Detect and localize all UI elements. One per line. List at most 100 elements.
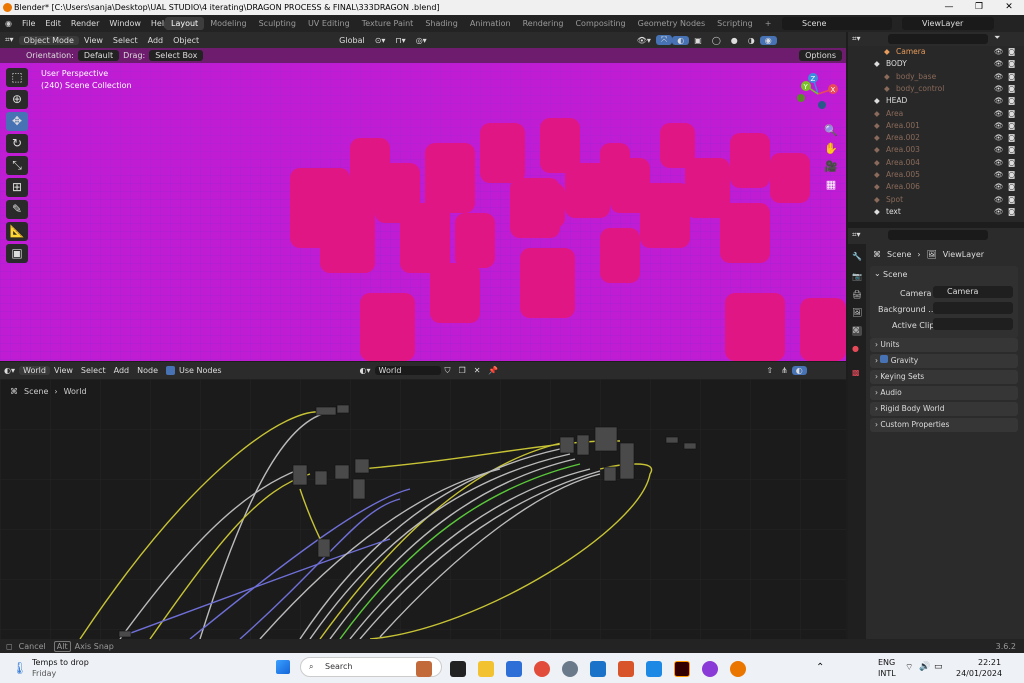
render-camera-icon[interactable]: ◙ xyxy=(1008,95,1015,107)
visibility-eye-icon[interactable]: 👁 xyxy=(994,206,1004,218)
render-camera-icon[interactable]: ◙ xyxy=(1008,194,1015,206)
visibility-eye-icon[interactable]: 👁 xyxy=(994,58,1004,70)
tab-compositing[interactable]: Compositing xyxy=(569,17,631,30)
outliner-row[interactable]: ◆ Spot 👁 ◙ xyxy=(848,194,1024,206)
drag-dropdown[interactable]: Select Box xyxy=(149,50,204,61)
tool-tab-icon[interactable]: 🔧 xyxy=(852,252,862,262)
node-menu-node[interactable]: Node xyxy=(133,366,162,375)
outliner-row[interactable]: ◆ Area 👁 ◙ xyxy=(848,108,1024,120)
zoom-icon[interactable]: 🔍 xyxy=(823,124,839,138)
scene-panel-title[interactable]: Scene xyxy=(883,270,907,279)
shading-rendered-icon[interactable]: ◉ xyxy=(759,35,777,45)
viewport-menu-view[interactable]: View xyxy=(79,36,108,45)
pillar-mesh[interactable] xyxy=(455,213,495,268)
visibility-eye-icon[interactable]: 👁 xyxy=(994,46,1004,58)
tab-layout[interactable]: Layout xyxy=(165,17,205,30)
volume-icon[interactable]: 🔊 xyxy=(919,662,930,672)
visibility-eye-icon[interactable]: 👁 xyxy=(994,144,1004,156)
render-tab-icon[interactable]: 📷 xyxy=(852,272,862,282)
render-camera-icon[interactable]: ◙ xyxy=(1008,181,1015,193)
navigation-gizmo[interactable]: Z X Y xyxy=(796,72,840,116)
outliner-row[interactable]: ◆ Area.005 👁 ◙ xyxy=(848,169,1024,181)
camera-view-icon[interactable]: 🎥 xyxy=(823,160,839,174)
pillar-mesh[interactable] xyxy=(430,263,480,323)
menu-render[interactable]: Render xyxy=(66,19,104,28)
tab-scripting[interactable]: Scripting xyxy=(711,17,759,30)
keying-sets-panel[interactable]: › Keying Sets xyxy=(870,370,1018,384)
breadcrumb-world[interactable]: World xyxy=(64,387,87,396)
weather-icon[interactable]: 🌡 xyxy=(12,661,27,675)
node-menu-select[interactable]: Select xyxy=(77,366,110,375)
xray-icon[interactable]: ▣ xyxy=(689,36,707,45)
custom-properties-panel[interactable]: › Custom Properties xyxy=(870,418,1018,432)
pillar-mesh[interactable] xyxy=(600,228,640,283)
rotate-tool-icon[interactable]: ↻ xyxy=(6,134,28,153)
pillar-mesh[interactable] xyxy=(770,153,810,203)
world-datablock-field[interactable]: World xyxy=(374,366,441,375)
fake-user-shield-icon[interactable]: ⛉ xyxy=(441,366,455,376)
gizmo-toggle-icon[interactable]: ⤧ xyxy=(655,35,673,45)
scene-tab-icon[interactable]: ⌘ xyxy=(852,326,862,336)
clock-date[interactable]: 24/01/2024 xyxy=(956,669,1002,678)
pillar-mesh[interactable] xyxy=(520,248,575,318)
close-button[interactable]: ✕ xyxy=(994,0,1024,15)
shading-material-icon[interactable]: ◑ xyxy=(743,36,760,45)
pillar-mesh[interactable] xyxy=(730,133,770,188)
cursor-tool-icon[interactable]: ⊕ xyxy=(6,90,28,109)
chrome-icon[interactable] xyxy=(534,661,550,677)
file-explorer-icon[interactable] xyxy=(478,661,494,677)
tab-geometry-nodes[interactable]: Geometry Nodes xyxy=(632,17,711,30)
visibility-eye-icon[interactable]: 👁 xyxy=(994,194,1004,206)
units-panel[interactable]: › Units xyxy=(870,338,1018,352)
start-button-icon[interactable] xyxy=(276,660,290,674)
social-app-icon[interactable] xyxy=(702,661,718,677)
network-icon[interactable]: ⌔ xyxy=(905,662,913,673)
visibility-eye-icon[interactable]: 👁 xyxy=(994,157,1004,169)
pillar-mesh[interactable] xyxy=(320,198,375,273)
move-tool-icon[interactable]: ✥ xyxy=(6,112,28,131)
outliner-row[interactable]: ◆ Area.002 👁 ◙ xyxy=(848,132,1024,144)
outliner-row[interactable]: ◆ HEAD 👁 ◙ xyxy=(848,95,1024,107)
maximize-button[interactable]: ❐ xyxy=(964,0,994,15)
illustrator-icon[interactable] xyxy=(674,661,690,677)
transform-tool-icon[interactable]: ⊞ xyxy=(6,178,28,197)
viewlayer-selector[interactable]: ViewLayer xyxy=(902,17,994,30)
snapping-icon[interactable]: ⋔ xyxy=(777,366,792,375)
outliner-row[interactable]: ◆ Area.003 👁 ◙ xyxy=(848,144,1024,156)
outlook-icon[interactable] xyxy=(590,661,606,677)
transform-orientation-dropdown[interactable]: Global xyxy=(334,36,370,45)
render-camera-icon[interactable]: ◙ xyxy=(1008,206,1015,218)
pillar-mesh[interactable] xyxy=(425,143,475,213)
outliner-row[interactable]: ◆ Area.004 👁 ◙ xyxy=(848,157,1024,169)
visibility-eye-icon[interactable]: 👁 xyxy=(994,71,1004,83)
pan-hand-icon[interactable]: ✋ xyxy=(823,142,839,156)
tab-texture-paint[interactable]: Texture Paint xyxy=(356,17,420,30)
mode-dropdown[interactable]: Object Mode xyxy=(18,35,79,45)
language-indicator-2[interactable]: INTL xyxy=(878,669,896,678)
visibility-eye-icon[interactable]: 👁 xyxy=(994,120,1004,132)
render-camera-icon[interactable]: ◙ xyxy=(1008,144,1015,156)
options-dropdown[interactable]: Options xyxy=(799,50,842,61)
gravity-checkbox[interactable] xyxy=(880,355,889,363)
scale-tool-icon[interactable]: ⤡ xyxy=(6,156,28,175)
language-indicator-1[interactable]: ENG xyxy=(878,658,895,667)
outliner-row[interactable]: ◆ body_control 👁 ◙ xyxy=(848,83,1024,95)
tab-rendering[interactable]: Rendering xyxy=(517,17,570,30)
tab-uv-editing[interactable]: UV Editing xyxy=(302,17,356,30)
add-workspace-button[interactable]: + xyxy=(759,17,778,30)
render-camera-icon[interactable]: ◙ xyxy=(1008,157,1015,169)
visibility-eye-icon[interactable]: 👁 xyxy=(994,108,1004,120)
output-tab-icon[interactable]: 🖨 xyxy=(852,290,862,300)
render-camera-icon[interactable]: ◙ xyxy=(1008,83,1015,95)
node-overlay-icon[interactable]: ◐ xyxy=(791,366,807,375)
visibility-eye-icon[interactable]: 👁 xyxy=(994,132,1004,144)
menu-file[interactable]: File xyxy=(17,19,40,28)
shading-wireframe-icon[interactable]: ◯ xyxy=(707,36,726,45)
outliner-type-icon[interactable]: ⌗▾ xyxy=(852,34,861,44)
node-menu-add[interactable]: Add xyxy=(110,366,134,375)
scene-panel-chevron-icon[interactable]: ⌄ xyxy=(874,269,881,278)
outliner-row[interactable]: ◆ text 👁 ◙ xyxy=(848,206,1024,218)
properties-type-icon[interactable]: ⌗▾ xyxy=(852,230,861,240)
add-cube-tool-icon[interactable]: ▣ xyxy=(6,244,28,263)
visibility-eye-icon[interactable]: 👁 xyxy=(994,181,1004,193)
